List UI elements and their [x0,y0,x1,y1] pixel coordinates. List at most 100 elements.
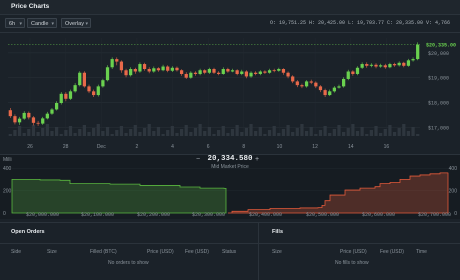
candle-body [402,62,406,66]
time-axis: 26 28 Dec 2 4 6 8 10 12 14 16 [27,144,389,150]
price-tick-label: $18,000 [428,101,449,107]
candle-body [304,81,309,87]
volume-bars [8,124,420,136]
candle-body [230,70,235,72]
candle-body [318,86,323,91]
volume-bar [156,127,161,136]
candle-body [383,65,387,68]
candle-body [281,69,286,73]
volume-bar [101,131,105,136]
time-tick-label: 6 [207,144,210,150]
fills-title: Fills [272,229,284,235]
time-tick-label: 4 [171,144,174,150]
volume-bar [383,129,387,136]
candle-body [142,64,147,70]
candle-body [59,93,63,104]
divider [0,243,460,244]
candle-body [92,91,96,96]
chart-toolbar: 6h ▾ Candle ▾ Overlay ▾ O: 19,751.25 H: … [0,15,460,33]
candle-body [314,82,318,87]
volume-bar [235,125,239,136]
candle-body [41,118,45,124]
depth-x-tick-label: $20,700.000 [418,212,452,218]
candle-body [133,69,137,72]
candle-body [217,72,221,74]
volume-bar [318,130,323,136]
candle-body [397,62,401,66]
candle-body [379,65,383,67]
volume-bar [27,129,31,136]
overlay-select[interactable]: Overlay ▾ [61,18,91,28]
volume-bar [374,126,378,136]
candle-body [244,71,249,77]
time-tick-label: 28 [63,144,69,150]
volume-bar [147,124,151,136]
volume-bar [59,134,63,136]
volume-bar [170,126,174,136]
volume-bar [64,130,68,136]
volume-bar [379,133,383,136]
volume-bar [105,127,110,136]
candle-body [374,64,378,67]
candle-body [277,69,281,71]
volume-bar [360,127,364,136]
depth-x-tick-label: $20,000.000 [26,212,60,218]
candle-body [152,68,156,72]
volume-bar [254,131,258,136]
volume-bar [355,131,360,136]
orders-col-status: Status [222,249,237,255]
candle-body [337,86,341,88]
candle-body [54,103,59,110]
candle-body [212,69,216,73]
bid-depth-area [11,179,227,214]
candle-body [179,70,184,74]
candle-body [341,78,346,87]
depth-unit-label: Milli [3,157,12,163]
volume-bar [309,127,313,136]
volume-bar [17,126,22,136]
volume-bar [179,129,184,136]
candle-body [36,122,40,124]
candle-body [369,64,374,66]
volume-bar [402,124,406,136]
volume-bar [175,133,179,136]
interval-select[interactable]: 6h ▾ [5,18,25,28]
volume-bar [133,125,137,136]
volume-bar [203,131,207,136]
candle-body [129,69,133,76]
last-price-label: $20,335.00 [426,43,456,49]
candle-body [78,72,82,86]
chevron-down-icon: ▾ [19,21,22,27]
candle-body [22,112,26,119]
volume-bar [286,125,290,136]
volume-bar [115,130,119,136]
volume-bar [152,131,156,136]
candle-body [203,70,207,73]
volume-bar [198,124,202,136]
fills-empty-message: No fills to show [335,260,369,266]
last-price-marker: $20,335.00 [8,43,456,49]
volume-bar [277,133,281,136]
candle-body [254,72,258,74]
price-axis: $20,000 $19,000 $18,000 $17,000 [428,51,449,131]
time-tick-label: 10 [277,144,283,150]
volume-bar [36,132,40,136]
candle-body [156,68,161,71]
candlestick-chart[interactable]: $20,000 $19,000 $18,000 $17,000 26 28 Dec 2 4 6 8… [0,32,460,154]
volume-bar [45,124,49,136]
volume-bar [314,134,318,136]
candle-body [17,118,22,123]
candle-body [355,67,360,74]
fills-col-time: Time [416,249,427,255]
depth-tick-label: 200 [3,189,12,195]
candle-body [207,69,211,73]
volume-bar [124,133,128,136]
time-tick-label: 16 [384,144,390,150]
volume-bar [22,133,26,136]
candle-body [291,76,295,82]
volume-bar [54,127,59,136]
candle-body [193,72,198,74]
candle-body [295,81,299,86]
volume-bar [87,132,91,136]
chart-type-select[interactable]: Candle ▾ [27,18,57,28]
